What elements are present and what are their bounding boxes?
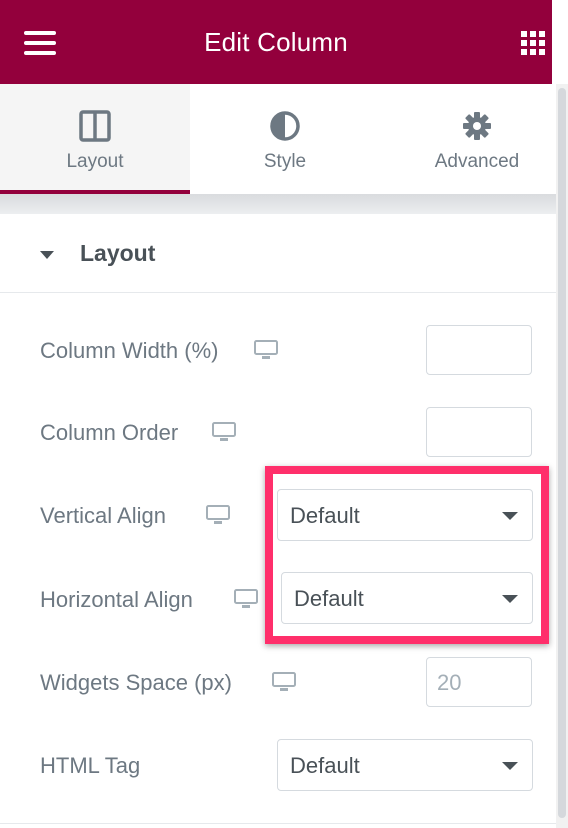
desktop-monitor-icon[interactable] — [272, 672, 296, 692]
vertical-align-value: Default — [290, 503, 360, 528]
control-html-tag: HTML Tag Default — [0, 738, 556, 792]
panel-title: Edit Column — [204, 27, 348, 57]
control-horizontal-align: Horizontal Align Default — [0, 572, 556, 626]
horizontal-align-select[interactable]: Default — [281, 572, 533, 624]
section-layout-header[interactable]: Layout — [0, 214, 556, 293]
tabs-shadow-divider — [0, 194, 556, 214]
tab-layout[interactable]: Layout — [0, 84, 190, 194]
chevron-down-icon — [502, 762, 518, 770]
caret-down-icon — [40, 251, 54, 259]
section-bottom-divider — [0, 823, 556, 824]
scrollbar-thumb[interactable] — [558, 88, 566, 818]
chevron-down-icon — [502, 512, 518, 520]
tab-style[interactable]: Style — [190, 84, 380, 194]
html-tag-select[interactable]: Default — [277, 739, 533, 791]
tab-layout-label: Layout — [66, 151, 124, 172]
control-widgets-space: Widgets Space (px) 20 — [0, 656, 556, 708]
panel-header: Edit Column — [0, 0, 552, 84]
tab-advanced[interactable]: Advanced — [382, 84, 568, 194]
column-order-input[interactable] — [426, 407, 532, 457]
vertical-align-select[interactable]: Default — [277, 489, 533, 541]
tab-advanced-label: Advanced — [434, 151, 520, 172]
control-column-width: Column Width (%) — [0, 324, 556, 376]
panel-tabs: Layout Style Advanced — [0, 84, 556, 194]
half-circle-contrast-icon — [270, 111, 300, 141]
desktop-monitor-icon[interactable] — [234, 589, 258, 609]
desktop-monitor-icon[interactable] — [212, 422, 236, 442]
panel-scrollbar[interactable] — [556, 84, 568, 828]
desktop-monitor-icon[interactable] — [254, 340, 278, 360]
section-title: Layout — [80, 240, 156, 266]
control-column-order: Column Order — [0, 406, 556, 458]
horizontal-align-label: Horizontal Align — [40, 587, 193, 612]
widgets-grid-icon[interactable] — [520, 30, 546, 56]
tab-style-label: Style — [263, 151, 307, 172]
gear-icon — [463, 112, 491, 140]
vertical-align-label: Vertical Align — [40, 503, 166, 528]
html-tag-value: Default — [290, 753, 360, 778]
chevron-down-icon — [502, 595, 518, 603]
column-width-label: Column Width (%) — [40, 338, 219, 363]
html-tag-label: HTML Tag — [40, 753, 141, 778]
columns-layout-icon — [79, 110, 111, 142]
column-width-input[interactable] — [426, 325, 532, 375]
widgets-space-input[interactable]: 20 — [426, 657, 532, 707]
desktop-monitor-icon[interactable] — [206, 505, 230, 525]
control-vertical-align: Vertical Align Default — [0, 488, 556, 542]
horizontal-align-value: Default — [294, 586, 364, 611]
widgets-space-label: Widgets Space (px) — [40, 670, 232, 695]
column-order-label: Column Order — [40, 420, 179, 445]
